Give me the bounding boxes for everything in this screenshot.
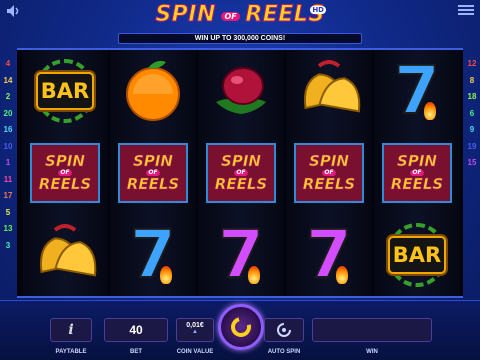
reel-cell: SPIN OF REELS <box>374 132 460 214</box>
bet-label: BET <box>130 349 142 355</box>
reel-1: BAR SPIN OF REELS <box>22 50 108 296</box>
reel-cell <box>22 214 108 296</box>
left-payline-number: 10 <box>3 141 13 151</box>
reel-cell <box>198 50 284 132</box>
bar-symbol: BAR <box>27 53 103 129</box>
right-payline-number: 12 <box>467 59 477 68</box>
left-payline-number: 1 <box>5 158 11 167</box>
left-payline-number: 13 <box>3 224 13 233</box>
arrow-up-icon: ▲ <box>192 329 198 335</box>
left-payline-number: 2 <box>5 92 11 101</box>
paylines-right: 12 8 18 6 9 19 15 <box>465 56 479 172</box>
reel-cell <box>110 50 196 132</box>
bells-symbol <box>293 54 365 129</box>
left-payline-number: 3 <box>5 240 11 250</box>
bells-symbol <box>29 218 101 293</box>
left-payline-number: 17 <box>3 191 13 200</box>
reel-cell: 7 <box>198 214 284 296</box>
reel-cell: SPIN OF REELS <box>110 132 196 214</box>
bet-field[interactable]: 40 <box>104 318 168 342</box>
coin-value-selector[interactable]: 0,01€ ▲ <box>176 318 214 342</box>
autospin-label: AUTO SPIN <box>267 349 301 355</box>
autospin-button[interactable] <box>264 318 304 342</box>
reels-frame: BAR SPIN OF REELS SPIN OF REELS 7 SPIN OF REELS 7… <box>17 48 463 298</box>
win-label: WIN <box>366 349 378 355</box>
logo-word-spin: SPIN <box>155 2 216 28</box>
spin-button[interactable] <box>218 304 264 350</box>
purple-seven-symbol: 7 <box>305 216 353 293</box>
plum-symbol <box>206 54 276 129</box>
coin-value-label: COIN VALUE <box>176 349 214 355</box>
reel-3: SPIN OF REELS 7 <box>198 50 284 296</box>
paytable-label: PAYTABLE <box>55 349 87 355</box>
reel-cell: SPIN OF REELS <box>198 132 284 214</box>
speaker-icon[interactable] <box>6 4 22 18</box>
paytable-button[interactable]: i <box>50 318 92 342</box>
spin-of-reels-symbol: SPIN OF REELS <box>294 143 364 203</box>
reel-4: SPIN OF REELS 7 <box>286 50 372 296</box>
bar-symbol: BAR <box>379 217 455 293</box>
coin-value: 0,01€ <box>186 322 204 329</box>
logo-word-of: OF <box>221 12 240 21</box>
win-display <box>312 318 432 342</box>
reel-cell: 7 <box>374 50 460 132</box>
menu-icon[interactable] <box>458 4 474 18</box>
reel-cell: 7 <box>110 214 196 296</box>
info-icon: i <box>68 322 74 338</box>
autospin-icon <box>277 323 291 337</box>
paylines-left: 4 14 2 20 16 10 1 11 17 5 13 3 <box>1 56 15 254</box>
reel-cell: BAR <box>22 50 108 132</box>
left-payline-number: 11 <box>3 174 13 184</box>
max-win-banner: WIN UP TO 300,000 COINS! <box>118 33 362 44</box>
hd-badge: HD <box>310 6 326 14</box>
left-payline-number: 16 <box>3 125 13 134</box>
left-payline-number: 4 <box>5 59 11 68</box>
reel-cell: 7 <box>286 214 372 296</box>
right-payline-number: 9 <box>469 125 475 134</box>
spin-icon <box>227 313 255 341</box>
right-payline-number: 8 <box>469 75 475 85</box>
orange-symbol <box>118 54 188 129</box>
reel-5: 7 SPIN OF REELS BAR <box>374 50 460 296</box>
reel-cell: SPIN OF REELS <box>22 132 108 214</box>
right-payline-number: 18 <box>467 92 477 101</box>
spin-of-reels-symbol: SPIN OF REELS <box>118 143 188 203</box>
spin-of-reels-symbol: SPIN OF REELS <box>30 143 100 203</box>
purple-seven-symbol: 7 <box>217 216 265 293</box>
spin-of-reels-symbol: SPIN OF REELS <box>206 143 276 203</box>
blue-seven-symbol: 7 <box>129 216 177 293</box>
left-payline-number: 14 <box>3 75 13 85</box>
spin-of-reels-symbol: SPIN OF REELS <box>382 143 452 203</box>
right-payline-number: 6 <box>469 108 475 118</box>
right-payline-number: 19 <box>467 141 477 151</box>
reel-cell: BAR <box>374 214 460 296</box>
reel-cell <box>286 50 372 132</box>
left-payline-number: 5 <box>5 207 11 217</box>
game-logo: SPIN OF REELS HD <box>150 2 330 30</box>
left-payline-number: 20 <box>3 108 13 118</box>
blue-seven-symbol: 7 <box>393 52 441 129</box>
right-payline-number: 15 <box>467 158 477 167</box>
reel-cell: SPIN OF REELS <box>286 132 372 214</box>
reel-2: SPIN OF REELS 7 <box>110 50 196 296</box>
